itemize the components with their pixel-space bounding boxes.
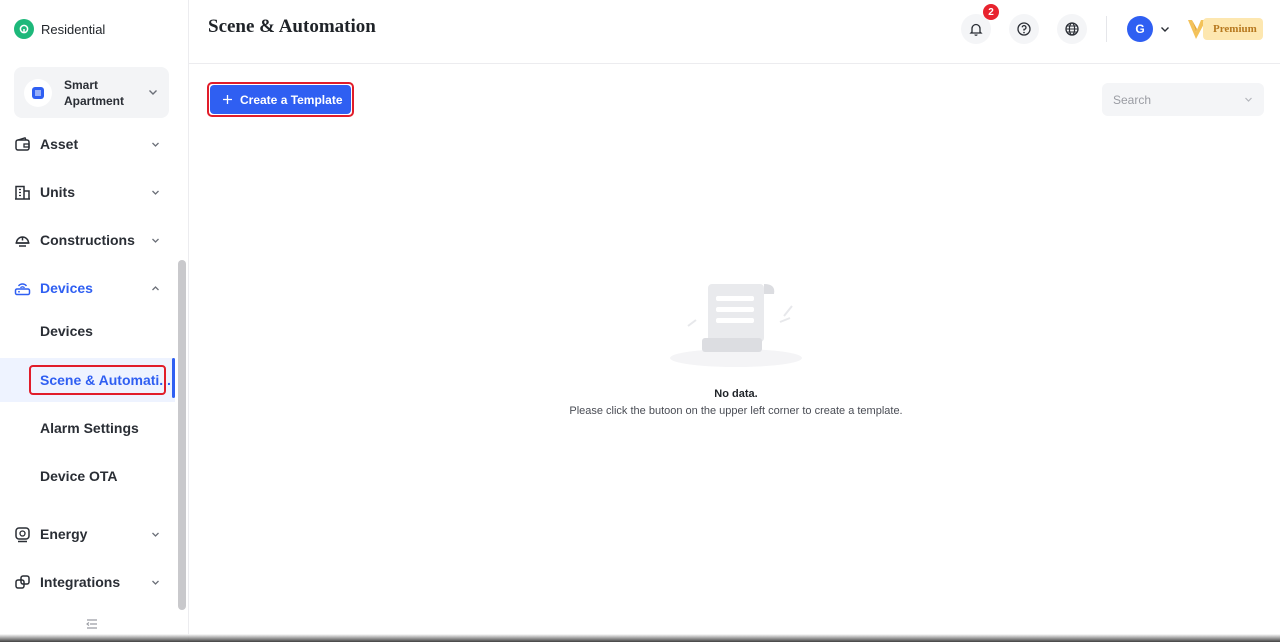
chevron-down-icon: [152, 580, 159, 585]
sidebar-subitem-label: Devices: [40, 323, 93, 339]
sidebar-item-energy[interactable]: Energy: [0, 512, 175, 556]
residential-logo-icon: [14, 19, 34, 39]
chevron-down-icon: [152, 142, 159, 147]
sidebar-item-label: Integrations: [40, 574, 121, 590]
building-icon: [15, 185, 30, 200]
router-icon: [14, 282, 31, 295]
active-indicator: [172, 358, 175, 398]
search-input[interactable]: [1102, 83, 1242, 116]
chevron-down-icon: [152, 532, 159, 537]
chevron-down-icon[interactable]: [1159, 23, 1171, 35]
brand-name: Residential: [41, 21, 106, 37]
help-icon: [1017, 22, 1031, 36]
bell-icon: [969, 23, 983, 36]
globe-icon: [1065, 22, 1079, 36]
sidebar-subitem-label: Device OTA: [40, 468, 118, 484]
wallet-icon: [15, 136, 30, 151]
sidebar-item-constructions[interactable]: Constructions: [0, 218, 175, 262]
highlight-annotation: [29, 365, 166, 395]
search-select[interactable]: [1102, 83, 1264, 116]
top-header: Scene & Automation 2 G Premium: [189, 0, 1280, 64]
window-bottom-edge: [0, 634, 1280, 642]
help-button[interactable]: [1009, 14, 1039, 44]
chevron-down-icon[interactable]: [1243, 94, 1254, 105]
integrations-icon: [15, 574, 30, 589]
helmet-icon: [15, 235, 30, 247]
page-title: Scene & Automation: [208, 16, 376, 37]
sidebar: Residential Smart Apartment Asset Units …: [0, 0, 189, 642]
chevron-down-icon: [152, 238, 159, 243]
sidebar-item-units[interactable]: Units: [0, 170, 175, 214]
project-list-icon: [24, 78, 52, 107]
empty-document-icon: [670, 284, 802, 367]
sidebar-item-label: Energy: [40, 526, 88, 542]
sidebar-item-integrations[interactable]: Integrations: [0, 560, 175, 604]
header-divider: [1106, 16, 1107, 42]
chevron-up-icon: [152, 285, 159, 290]
sidebar-subitem-label: Alarm Settings: [40, 420, 139, 436]
sidebar-subitem-devices[interactable]: Devices: [0, 309, 175, 353]
project-selector[interactable]: Smart Apartment: [14, 67, 169, 118]
sidebar-scrollbar[interactable]: [178, 260, 186, 610]
chevron-down-icon: [152, 190, 159, 195]
sidebar-item-label: Constructions: [40, 232, 135, 248]
chevron-down-icon: [149, 90, 157, 95]
highlight-annotation: [207, 82, 354, 117]
project-name: Smart Apartment: [64, 77, 125, 108]
sidebar-item-asset[interactable]: Asset: [0, 122, 175, 166]
premium-badge[interactable]: Premium: [1187, 17, 1263, 41]
premium-label: Premium: [1203, 18, 1263, 40]
collapse-menu-icon[interactable]: [84, 616, 100, 632]
avatar[interactable]: G: [1127, 16, 1153, 42]
empty-state-description: Please click the butoon on the upper lef…: [569, 405, 903, 417]
sidebar-subitem-device-ota[interactable]: Device OTA: [0, 454, 175, 498]
notification-badge: 2: [983, 4, 999, 20]
empty-state-title: No data.: [714, 388, 758, 400]
sidebar-item-label: Asset: [40, 136, 79, 152]
sidebar-item-label: Units: [40, 184, 75, 200]
brand[interactable]: Residential: [14, 18, 105, 40]
energy-icon: [15, 526, 30, 542]
sidebar-item-devices[interactable]: Devices: [0, 266, 175, 310]
sidebar-item-label: Devices: [40, 280, 93, 296]
sidebar-subitem-alarm-settings[interactable]: Alarm Settings: [0, 406, 175, 450]
language-button[interactable]: [1057, 14, 1087, 44]
